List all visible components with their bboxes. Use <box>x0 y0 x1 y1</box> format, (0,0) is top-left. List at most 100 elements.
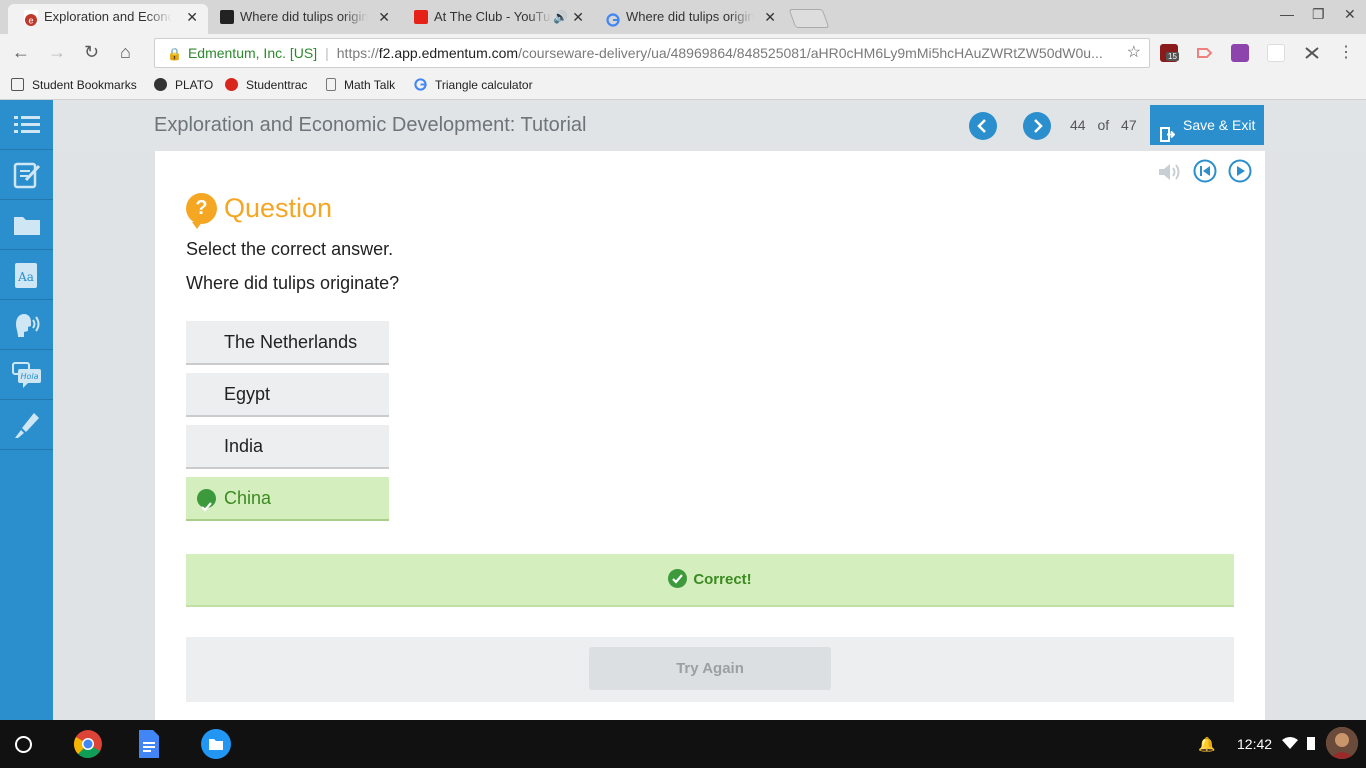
clock[interactable]: 12:42 <box>1237 736 1272 752</box>
folder-icon[interactable] <box>0 200 53 250</box>
page-of: of <box>1097 117 1110 133</box>
previous-page-button[interactable] <box>969 112 997 140</box>
url-path: /courseware-delivery/ua/48969864/8485250… <box>518 45 1103 61</box>
tab-brainly[interactable]: Where did tulips originat ✕ <box>204 4 400 34</box>
url-scheme: https:// <box>336 45 379 61</box>
answer-option[interactable]: India <box>186 425 389 469</box>
bookmark-label: Student Bookmarks <box>32 78 137 92</box>
page-current: 44 <box>1070 117 1086 133</box>
speech-icon[interactable] <box>0 300 53 350</box>
lesson-app: Aa Hola Exploration and Economic Develop… <box>0 100 1366 720</box>
bookmark-label: Math Talk <box>344 78 396 92</box>
play-icon[interactable] <box>1228 159 1252 188</box>
address-bar[interactable]: 🔒 Edmentum, Inc. [US] | https://f2.app.edme… <box>154 38 1150 68</box>
launcher-icon[interactable] <box>15 736 32 753</box>
dictionary-icon[interactable]: Aa <box>0 250 53 300</box>
bookmark-studenttrac[interactable]: Studenttrac <box>225 78 307 92</box>
url-host: f2.app.edmentum.com <box>378 45 519 61</box>
translate-icon[interactable]: Hola <box>0 350 53 400</box>
tab-label: Exploration and Econom <box>44 9 172 24</box>
tab-strip: e Exploration and Econom ✕ Where did tul… <box>0 0 1366 34</box>
youtube-icon <box>414 10 428 24</box>
check-circle-icon <box>668 569 688 588</box>
question-header: ? Question <box>186 192 333 229</box>
close-tab-icon[interactable]: ✕ <box>378 4 390 30</box>
bookmark-star-icon[interactable]: ☆ <box>1127 39 1141 67</box>
feedback-banner: Correct! <box>186 554 1234 607</box>
battery-icon[interactable] <box>1307 736 1315 753</box>
page-indicator: 44 of 47 <box>1070 117 1137 133</box>
extension-scissors-icon[interactable] <box>1303 44 1321 62</box>
tool-sidebar: Aa Hola <box>0 100 53 720</box>
restore-icon[interactable]: ❐ <box>1312 6 1325 23</box>
check-circle-icon <box>197 489 216 512</box>
close-window-icon[interactable]: ✕ <box>1344 6 1356 23</box>
tab-youtube[interactable]: At The Club - YouTub 🔊 ✕ <box>398 4 594 34</box>
question-heading: Question <box>224 192 333 223</box>
google-icon <box>606 10 620 27</box>
bookmark-label: Triangle calculator <box>435 78 533 92</box>
chrome-icon[interactable] <box>73 729 103 759</box>
notification-bell-icon[interactable]: 🔔 <box>1198 736 1215 753</box>
audio-playing-icon[interactable]: 🔊 <box>553 4 568 30</box>
bookmark-plato[interactable]: PLATO <box>154 78 213 92</box>
tab-label: At The Club - YouTub <box>434 9 552 24</box>
extension-share-icon[interactable] <box>1195 44 1213 62</box>
address-separator: | <box>325 45 329 61</box>
page-total: 47 <box>1121 117 1137 133</box>
close-tab-icon[interactable]: ✕ <box>186 4 198 30</box>
lesson-header: Exploration and Economic Development: Tu… <box>53 100 1366 151</box>
svg-text:Aa: Aa <box>17 270 34 284</box>
apple-icon <box>225 78 238 91</box>
extension-b-icon[interactable] <box>1267 44 1285 62</box>
translate-icon-text: Hola <box>20 372 38 381</box>
files-icon[interactable] <box>201 729 231 759</box>
rewind-icon[interactable] <box>1193 159 1217 188</box>
new-tab-button[interactable] <box>788 9 830 28</box>
forward-icon[interactable]: → <box>48 42 66 63</box>
edmentum-icon <box>154 78 167 91</box>
chrome-menu-icon[interactable]: ⋮ <box>1338 42 1354 62</box>
reload-icon[interactable]: ↻ <box>84 42 99 63</box>
question-icon: ? <box>186 192 217 229</box>
question-instruction: Select the correct answer. <box>186 239 394 259</box>
next-page-button[interactable] <box>1023 112 1051 140</box>
close-tab-icon[interactable]: ✕ <box>764 4 776 30</box>
feedback-text: Correct! <box>693 571 752 588</box>
tab-google[interactable]: Where did tulips originat ✕ <box>590 4 786 34</box>
notes-icon[interactable] <box>0 150 53 200</box>
home-icon[interactable]: ⌂ <box>120 42 131 63</box>
answer-option[interactable]: Egypt <box>186 373 389 417</box>
bookmarks-bar: Student Bookmarks PLATO Studenttrac Math… <box>0 72 1366 100</box>
site-identity[interactable]: Edmentum, Inc. [US] <box>188 45 317 61</box>
bookmark-math-talk[interactable]: Math Talk <box>326 78 395 92</box>
save-exit-button[interactable]: Save & Exit <box>1150 105 1264 145</box>
answer-option-correct[interactable]: China <box>186 477 389 521</box>
bookmark-student-bookmarks[interactable]: Student Bookmarks <box>11 78 137 92</box>
minimize-icon[interactable]: — <box>1280 6 1294 22</box>
list-icon[interactable] <box>0 100 53 150</box>
answer-option[interactable]: The Netherlands <box>186 321 389 365</box>
tab-edmentum[interactable]: e Exploration and Econom ✕ <box>8 4 208 34</box>
os-shelf: 🔔 12:42 <box>0 720 1366 768</box>
try-again-button[interactable]: Try Again <box>589 647 831 690</box>
docs-icon[interactable] <box>137 729 161 759</box>
question-panel: ? Question Select the correct answer. Wh… <box>155 151 1265 720</box>
save-exit-label: Save & Exit <box>1183 117 1256 133</box>
extension-puzzle-icon[interactable] <box>1231 44 1249 62</box>
back-icon[interactable]: ← <box>12 42 30 63</box>
browser-toolbar: ← → ↻ ⌂ 🔒 Edmentum, Inc. [US] | https://f2.… <box>0 34 1366 72</box>
bookmark-label: PLATO <box>175 78 214 92</box>
user-avatar[interactable] <box>1326 727 1358 759</box>
wifi-icon[interactable] <box>1282 736 1298 753</box>
answer-option-label: China <box>224 488 272 508</box>
folder-icon <box>11 78 24 91</box>
google-icon <box>414 78 427 91</box>
answer-option-label: The Netherlands <box>224 332 358 352</box>
highlighter-icon[interactable] <box>0 400 53 450</box>
bookmark-triangle-calculator[interactable]: Triangle calculator <box>414 78 533 92</box>
bookmark-label: Studenttrac <box>246 78 308 92</box>
close-tab-icon[interactable]: ✕ <box>572 4 584 30</box>
volume-icon[interactable] <box>1157 161 1183 188</box>
extension-shield-icon[interactable]: 15 <box>1160 44 1179 62</box>
